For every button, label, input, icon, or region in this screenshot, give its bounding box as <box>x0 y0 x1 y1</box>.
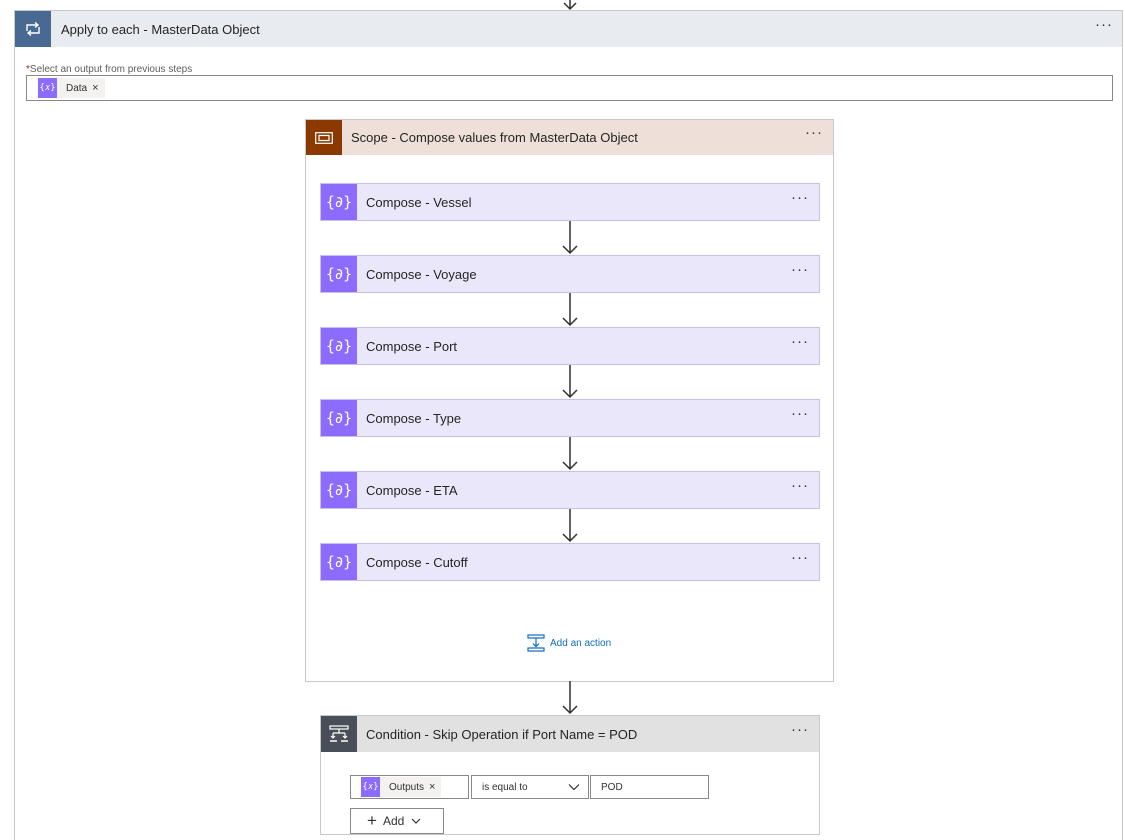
outputs-token-label: Outputs <box>389 781 425 793</box>
compose-voyage-title: Compose - Voyage <box>366 267 477 282</box>
scope-icon <box>306 120 342 155</box>
condition-title: Condition - Skip Operation if Port Name … <box>366 727 638 742</box>
select-output-input[interactable]: {𝑥} Data × <box>26 75 1113 101</box>
compose-icon: {𝑥} <box>361 777 380 797</box>
add-action-label: Add an action <box>550 637 612 649</box>
compose-icon: {∂} <box>321 472 357 508</box>
loop-icon <box>15 11 51 47</box>
condition-add-label: Add <box>382 814 405 828</box>
condition-more-button[interactable]: ··· <box>791 722 809 737</box>
outputs-token: {𝑥} Outputs × <box>361 777 442 797</box>
compose-type-more-button[interactable]: ··· <box>791 406 809 421</box>
condition-operator-value: is equal to <box>482 781 528 793</box>
condition-left-operand[interactable]: {𝑥} Outputs × <box>350 775 469 799</box>
plus-icon: + <box>367 811 377 830</box>
condition-add-button[interactable]: + Add <box>350 808 444 834</box>
add-action-icon <box>527 634 545 652</box>
data-token-remove-button[interactable]: × <box>92 82 98 94</box>
condition-right-operand-value: POD <box>601 781 623 793</box>
compose-icon: {∂} <box>321 400 357 436</box>
compose-icon: {∂} <box>321 328 357 364</box>
compose-port-title: Compose - Port <box>366 339 458 354</box>
compose-port-more-button[interactable]: ··· <box>791 334 809 349</box>
apply-to-each-title: Apply to each - MasterData Object <box>61 22 260 37</box>
compose-voyage-more-button[interactable]: ··· <box>791 262 809 277</box>
compose-icon: {∂} <box>321 544 357 580</box>
condition-right-operand-input[interactable]: POD <box>590 775 709 799</box>
flow-arrow <box>562 365 578 399</box>
flow-arrow <box>562 293 578 327</box>
compose-eta-more-button[interactable]: ··· <box>791 478 809 493</box>
compose-icon: {∂} <box>321 184 357 220</box>
compose-vessel-title: Compose - Vessel <box>366 195 472 210</box>
condition-operator-select[interactable]: is equal to <box>471 775 589 799</box>
compose-cutoff-more-button[interactable]: ··· <box>791 550 809 565</box>
flow-arrow <box>562 509 578 543</box>
select-output-label: *Select an output from previous steps <box>26 64 192 75</box>
select-output-label-text: Select an output from previous steps <box>29 64 193 75</box>
condition-icon <box>321 716 357 752</box>
compose-cutoff-title: Compose - Cutoff <box>366 555 468 570</box>
compose-icon: {𝑥} <box>38 78 57 98</box>
scope-title: Scope - Compose values from MasterData O… <box>351 130 638 145</box>
flow-arrow <box>562 221 578 255</box>
outputs-token-remove-button[interactable]: × <box>429 781 435 793</box>
scope-more-button[interactable]: ··· <box>805 125 823 140</box>
flow-arrow <box>562 681 578 715</box>
chevron-down-icon <box>411 818 421 824</box>
apply-to-each-more-button[interactable]: ··· <box>1095 17 1113 32</box>
data-token: {𝑥} Data × <box>38 78 105 98</box>
chevron-down-icon <box>568 784 580 791</box>
compose-vessel-more-button[interactable]: ··· <box>791 190 809 205</box>
add-action-link[interactable]: Add an action <box>527 634 611 652</box>
compose-icon: {∂} <box>321 256 357 292</box>
compose-eta-title: Compose - ETA <box>366 483 458 498</box>
flow-arrow <box>562 437 578 471</box>
compose-type-title: Compose - Type <box>366 411 462 426</box>
data-token-label: Data <box>66 82 88 94</box>
